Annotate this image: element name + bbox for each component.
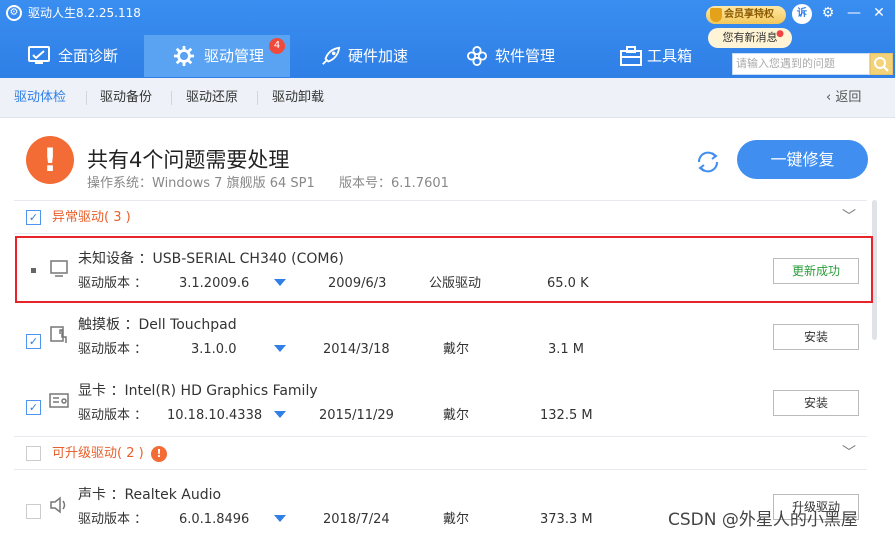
tab-label: 工具箱	[647, 47, 693, 65]
section-abnormal-drivers[interactable]: ✓ 异常驱动( 3 ) ﹀	[14, 200, 867, 234]
section-checkbox[interactable]	[26, 446, 41, 461]
rocket-icon	[322, 46, 341, 65]
speaker-icon	[50, 496, 66, 514]
driver-name: 显卡 ：Intel(R) HD Graphics Family	[78, 383, 318, 399]
tab-label: 全面诊断	[58, 47, 119, 65]
tab-label: 驱动管理	[204, 47, 265, 65]
version-dropdown-icon[interactable]	[274, 515, 286, 522]
os-info: 操作系统：Windows 7 旗舰版 64 SP1	[87, 176, 315, 191]
section-upgradeable-drivers[interactable]: 可升级驱动( 2 ) ! ﹀	[14, 436, 867, 470]
message-label: 您有新消息	[722, 31, 778, 44]
driver-row: ✓ 显卡 ：Intel(R) HD Graphics Family 驱动版本 ：…	[14, 370, 867, 432]
driver-version: 6.0.1.8496	[179, 512, 250, 527]
app-logo-icon: ⚙	[6, 5, 22, 21]
new-dot-icon: ●	[776, 29, 784, 39]
alert-icon: !	[151, 446, 167, 462]
chevron-down-icon[interactable]: ﹀	[842, 442, 856, 462]
driver-version-label: 驱动版本 ：	[78, 512, 148, 527]
vip-shield-icon	[710, 8, 722, 22]
driver-name: 声卡 ：Realtek Audio	[78, 487, 222, 503]
driver-version: 3.1.0.0	[191, 342, 237, 357]
driver-size: 373.3 M	[540, 512, 593, 527]
tab-toolbox[interactable]: 工具箱	[605, 35, 725, 77]
back-label: 返回	[835, 90, 862, 105]
tab-label: 硬件加速	[348, 47, 409, 65]
feedback-icon[interactable]: 诉	[792, 4, 812, 24]
driver-version: 10.18.10.4338	[167, 408, 263, 423]
section-checkbox[interactable]: ✓	[26, 210, 41, 225]
driver-checkbox[interactable]: ✓	[26, 334, 41, 349]
tab-diagnose[interactable]: 全面诊断	[0, 35, 140, 77]
version-dropdown-icon[interactable]	[274, 411, 286, 418]
install-button[interactable]: 安装	[773, 324, 859, 350]
subtab-driver-backup[interactable]: 驱动备份	[100, 78, 152, 118]
chevron-left-icon: ‹	[826, 90, 836, 105]
toolbox-icon	[620, 46, 642, 66]
subtab-driver-restore[interactable]: 驱动还原	[186, 78, 238, 118]
driver-vendor: 戴尔	[443, 512, 470, 527]
one-click-fix-button[interactable]: 一键修复	[737, 140, 868, 179]
driver-date: 2015/11/29	[319, 408, 394, 423]
flower-icon	[467, 46, 487, 66]
search-input[interactable]: 请输入您遇到的问题	[732, 53, 870, 75]
driver-version-label: 驱动版本 ：	[78, 408, 148, 423]
tab-hardware-boost[interactable]: 硬件加速	[300, 35, 440, 77]
driver-date: 2018/7/24	[323, 512, 390, 527]
watermark: CSDN @外星人的小黑屋	[668, 510, 858, 530]
highlight-box	[15, 236, 873, 303]
driver-name: 触摸板 ：Dell Touchpad	[78, 317, 237, 333]
settings-icon[interactable]: ⚙	[819, 4, 837, 22]
tab-driver-manage[interactable]: 驱动管理	[144, 35, 290, 77]
close-button[interactable]: ✕	[870, 4, 888, 22]
version-info: 版本号：6.1.7601	[339, 176, 449, 191]
graphics-card-icon	[49, 393, 69, 408]
subtab-driver-check[interactable]: 驱动体检	[14, 78, 66, 118]
vip-badge[interactable]: 会员享特权	[706, 6, 786, 24]
driver-checkbox[interactable]	[26, 504, 41, 519]
touchpad-icon	[50, 326, 67, 343]
driver-date: 2014/3/18	[323, 342, 390, 357]
install-button[interactable]: 安装	[773, 390, 859, 416]
divider	[86, 91, 87, 105]
search-button[interactable]	[870, 53, 893, 75]
title-bar: ⚙ 驱动人生8.2.25.118 会员享特权 您有新消息 ● 诉 ⚙ — ✕ 全面…	[0, 0, 895, 78]
monitor-check-icon	[28, 46, 50, 64]
version-dropdown-icon[interactable]	[274, 345, 286, 352]
back-button[interactable]: ‹ 返回	[826, 78, 861, 118]
driver-vendor: 戴尔	[443, 408, 470, 423]
driver-vendor: 戴尔	[443, 342, 470, 357]
section-label: 异常驱动( 3 )	[52, 210, 131, 225]
section-label: 可升级驱动( 2 )	[52, 446, 144, 461]
subtab-driver-uninstall[interactable]: 驱动卸载	[272, 78, 324, 118]
driver-size: 3.1 M	[548, 342, 585, 357]
divider	[257, 91, 258, 105]
gear-icon	[174, 46, 194, 66]
sub-navigation: 驱动体检 驱动备份 驱动还原 驱动卸载 ‹ 返回	[0, 78, 895, 118]
chevron-down-icon[interactable]: ﹀	[842, 206, 856, 226]
app-title: 驱动人生8.2.25.118	[28, 6, 141, 20]
refresh-icon[interactable]	[694, 148, 722, 176]
page-title: 共有4个问题需要处理	[87, 148, 290, 172]
driver-row: ✓ 触摸板 ：Dell Touchpad 驱动版本 ： 3.1.0.0 2014…	[14, 304, 867, 366]
divider	[171, 91, 172, 105]
warning-icon: !	[26, 136, 74, 184]
tab-badge: 4	[269, 38, 285, 54]
vip-label: 会员享特权	[724, 9, 774, 20]
tab-label: 软件管理	[495, 47, 556, 65]
minimize-button[interactable]: —	[845, 4, 863, 22]
driver-size: 132.5 M	[540, 408, 593, 423]
tab-software-manage[interactable]: 软件管理	[446, 35, 596, 77]
driver-version-label: 驱动版本 ：	[78, 342, 148, 357]
driver-checkbox[interactable]: ✓	[26, 400, 41, 415]
search-icon	[874, 57, 889, 72]
